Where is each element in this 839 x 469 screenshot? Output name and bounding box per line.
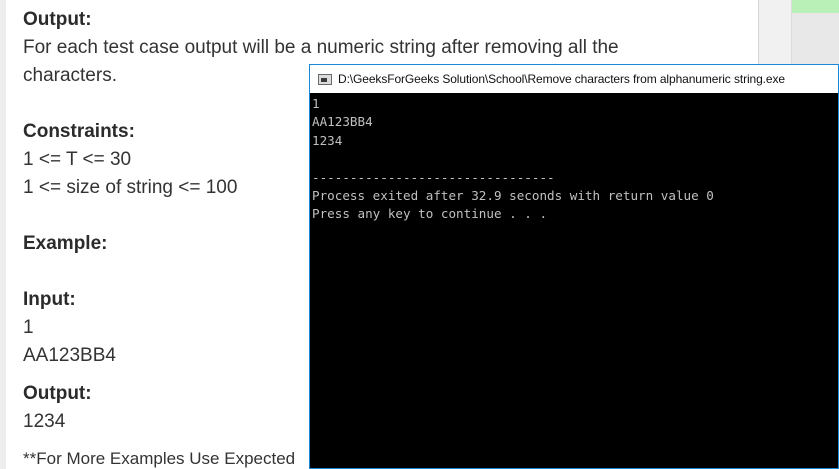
console-separator: -------------------------------- bbox=[312, 169, 555, 185]
output-description-line-1: For each test case output will be a nume… bbox=[23, 37, 619, 58]
page-left-margin bbox=[0, 0, 6, 469]
console-title: D:\GeeksForGeeks Solution\School\Remove … bbox=[338, 72, 785, 86]
console-line: 1234 bbox=[312, 132, 343, 148]
screen: Output: For each test case output will b… bbox=[0, 0, 839, 469]
console-window[interactable]: D:\GeeksForGeeks Solution\School\Remove … bbox=[309, 64, 839, 469]
console-continue-prompt: Press any key to continue . . . bbox=[312, 206, 548, 222]
console-line: 1 bbox=[312, 96, 320, 111]
console-titlebar[interactable]: D:\GeeksForGeeks Solution\School\Remove … bbox=[310, 65, 838, 93]
output-heading: Output: bbox=[23, 9, 92, 30]
console-line: AA123BB4 bbox=[312, 114, 373, 130]
console-app-icon bbox=[318, 73, 332, 85]
status-indicator bbox=[792, 0, 839, 13]
console-process-exit-line: Process exited after 32.9 seconds with r… bbox=[312, 187, 714, 203]
console-output[interactable]: 1 AA123BB4 1234 ------------------------… bbox=[312, 95, 836, 468]
